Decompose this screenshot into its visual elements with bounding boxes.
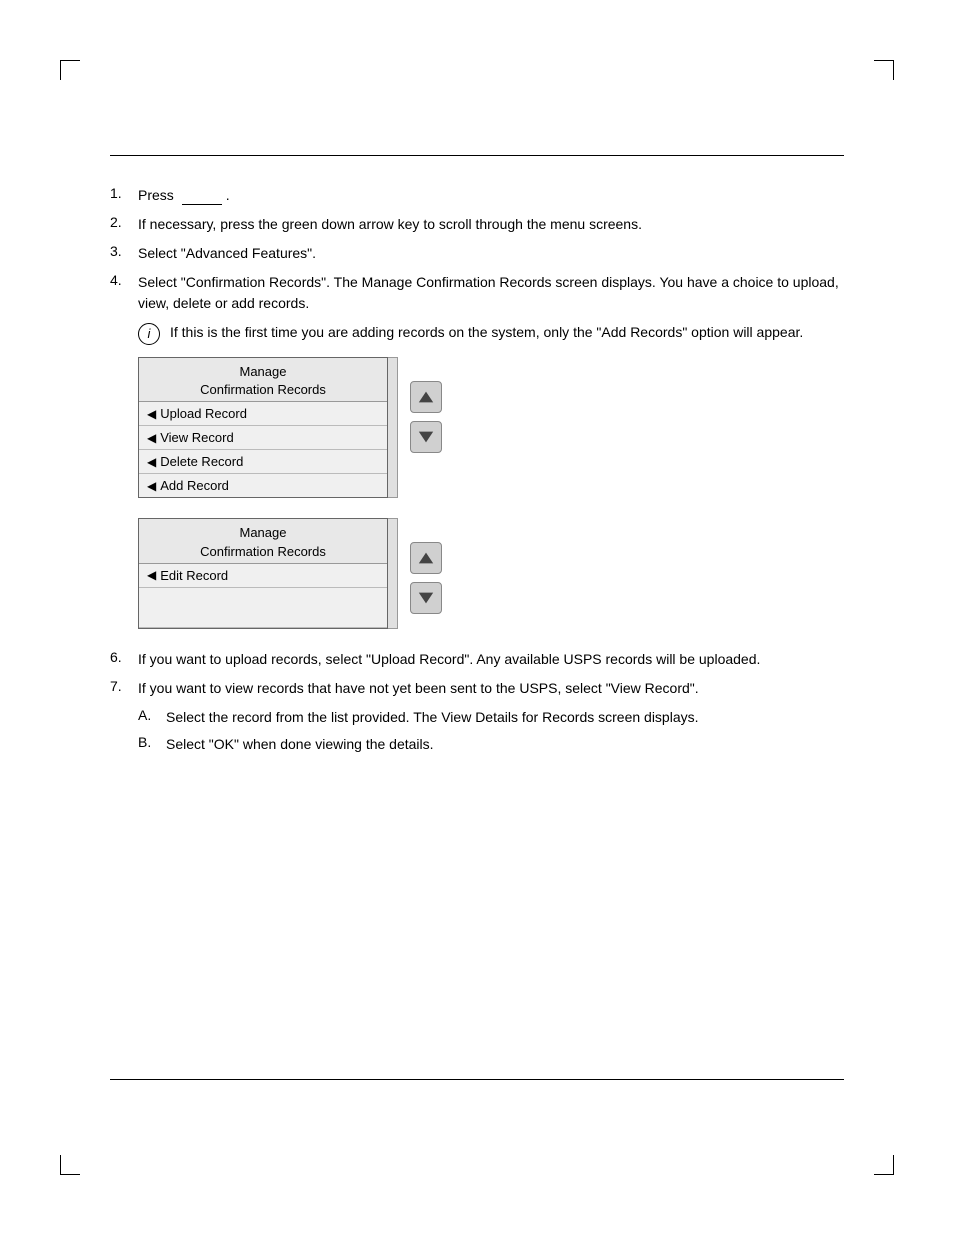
screen1-header-line1: Manage	[143, 363, 383, 381]
screen2-area: Manage Confirmation Records ◀ Edit Recor…	[138, 518, 844, 628]
corner-mark-tl	[60, 60, 80, 80]
chevron-up-icon-2	[417, 549, 435, 567]
step-7: 7. If you want to view records that have…	[110, 678, 844, 699]
screen2-scroll-btns[interactable]	[410, 542, 442, 614]
sub-step-a: A. Select the record from the list provi…	[138, 707, 844, 728]
scroll-down-btn-1[interactable]	[410, 421, 442, 453]
screen1-header-line2: Confirmation Records	[143, 381, 383, 399]
step-2-text: If necessary, press the green down arrow…	[138, 214, 642, 235]
step-2: 2. If necessary, press the green down ar…	[110, 214, 844, 235]
corner-mark-br	[874, 1155, 894, 1175]
screen1-row-2-text: Delete Record	[160, 454, 243, 469]
sub-step-a-text: Select the record from the list provided…	[166, 707, 699, 728]
step-6: 6. If you want to upload records, select…	[110, 649, 844, 670]
arrow-icon-2: ◀	[147, 455, 156, 469]
screen1-scroll-btns[interactable]	[410, 381, 442, 453]
screen2-box: Manage Confirmation Records ◀ Edit Recor…	[138, 518, 398, 628]
screen2: Manage Confirmation Records ◀ Edit Recor…	[138, 518, 388, 628]
sub-step-b: B. Select "OK" when done viewing the det…	[138, 734, 844, 755]
screen1-row-3: ◀ Add Record	[139, 474, 387, 497]
screen1-inner: Manage Confirmation Records ◀ Upload Rec…	[138, 357, 388, 498]
chevron-down-icon	[417, 428, 435, 446]
arrow-icon-edit: ◀	[147, 568, 156, 582]
scroll-up-btn-1[interactable]	[410, 381, 442, 413]
step-1-text: Press .	[138, 185, 230, 206]
step-1-period: .	[226, 185, 230, 206]
screen1-row-0-text: Upload Record	[160, 406, 247, 421]
sub-step-b-label: B.	[138, 734, 166, 750]
screen1-row-2: ◀ Delete Record	[139, 450, 387, 474]
step-7-text: If you want to view records that have no…	[138, 678, 699, 699]
info-note-text: If this is the first time you are adding…	[170, 322, 803, 343]
info-icon: i	[138, 323, 160, 345]
screen2-header-line2: Confirmation Records	[143, 543, 383, 561]
corner-mark-bl	[60, 1155, 80, 1175]
screen1: Manage Confirmation Records ◀ Upload Rec…	[138, 357, 388, 498]
press-blank	[182, 187, 222, 205]
sub-steps: A. Select the record from the list provi…	[138, 707, 844, 755]
step-3: 3. Select "Advanced Features".	[110, 243, 844, 264]
rule-top	[110, 155, 844, 156]
step-1-press-word: Press	[138, 185, 174, 206]
chevron-up-icon	[417, 388, 435, 406]
step-2-num: 2.	[110, 214, 138, 230]
content-area: 1. Press . 2. If necessary, press the gr…	[110, 185, 844, 1050]
screen2-row-0-text: Edit Record	[160, 568, 228, 583]
screen1-header: Manage Confirmation Records	[139, 358, 387, 402]
info-note: i If this is the first time you are addi…	[138, 322, 844, 345]
arrow-icon-0: ◀	[147, 407, 156, 421]
step-6-text: If you want to upload records, select "U…	[138, 649, 760, 670]
screen1-row-0: ◀ Upload Record	[139, 402, 387, 426]
screen2-empty-row	[139, 588, 387, 628]
step-3-text: Select "Advanced Features".	[138, 243, 316, 264]
screen1-row-1: ◀ View Record	[139, 426, 387, 450]
step-7-num: 7.	[110, 678, 138, 694]
scroll-down-btn-2[interactable]	[410, 582, 442, 614]
step-4-text: Select "Confirmation Records". The Manag…	[138, 272, 844, 314]
screen2-header: Manage Confirmation Records	[139, 519, 387, 563]
sub-step-b-text: Select "OK" when done viewing the detail…	[166, 734, 434, 755]
step-3-num: 3.	[110, 243, 138, 259]
screen2-row-0: ◀ Edit Record	[139, 564, 387, 588]
screen2-inner: Manage Confirmation Records ◀ Edit Recor…	[138, 518, 388, 628]
arrow-icon-1: ◀	[147, 431, 156, 445]
chevron-down-icon-2	[417, 589, 435, 607]
sub-step-a-label: A.	[138, 707, 166, 723]
step-4-num: 4.	[110, 272, 138, 288]
step-6-num: 6.	[110, 649, 138, 665]
screen2-header-line1: Manage	[143, 524, 383, 542]
screen1-row-3-text: Add Record	[160, 478, 229, 493]
screen1-area: Manage Confirmation Records ◀ Upload Rec…	[138, 357, 844, 498]
screen1-row-1-text: View Record	[160, 430, 233, 445]
step-1-num: 1.	[110, 185, 138, 201]
arrow-icon-3: ◀	[147, 479, 156, 493]
step-1: 1. Press .	[110, 185, 844, 206]
scroll-up-btn-2[interactable]	[410, 542, 442, 574]
screen1-box: Manage Confirmation Records ◀ Upload Rec…	[138, 357, 398, 498]
step-4: 4. Select "Confirmation Records". The Ma…	[110, 272, 844, 314]
page: 1. Press . 2. If necessary, press the gr…	[0, 0, 954, 1235]
corner-mark-tr	[874, 60, 894, 80]
rule-bottom	[110, 1079, 844, 1080]
